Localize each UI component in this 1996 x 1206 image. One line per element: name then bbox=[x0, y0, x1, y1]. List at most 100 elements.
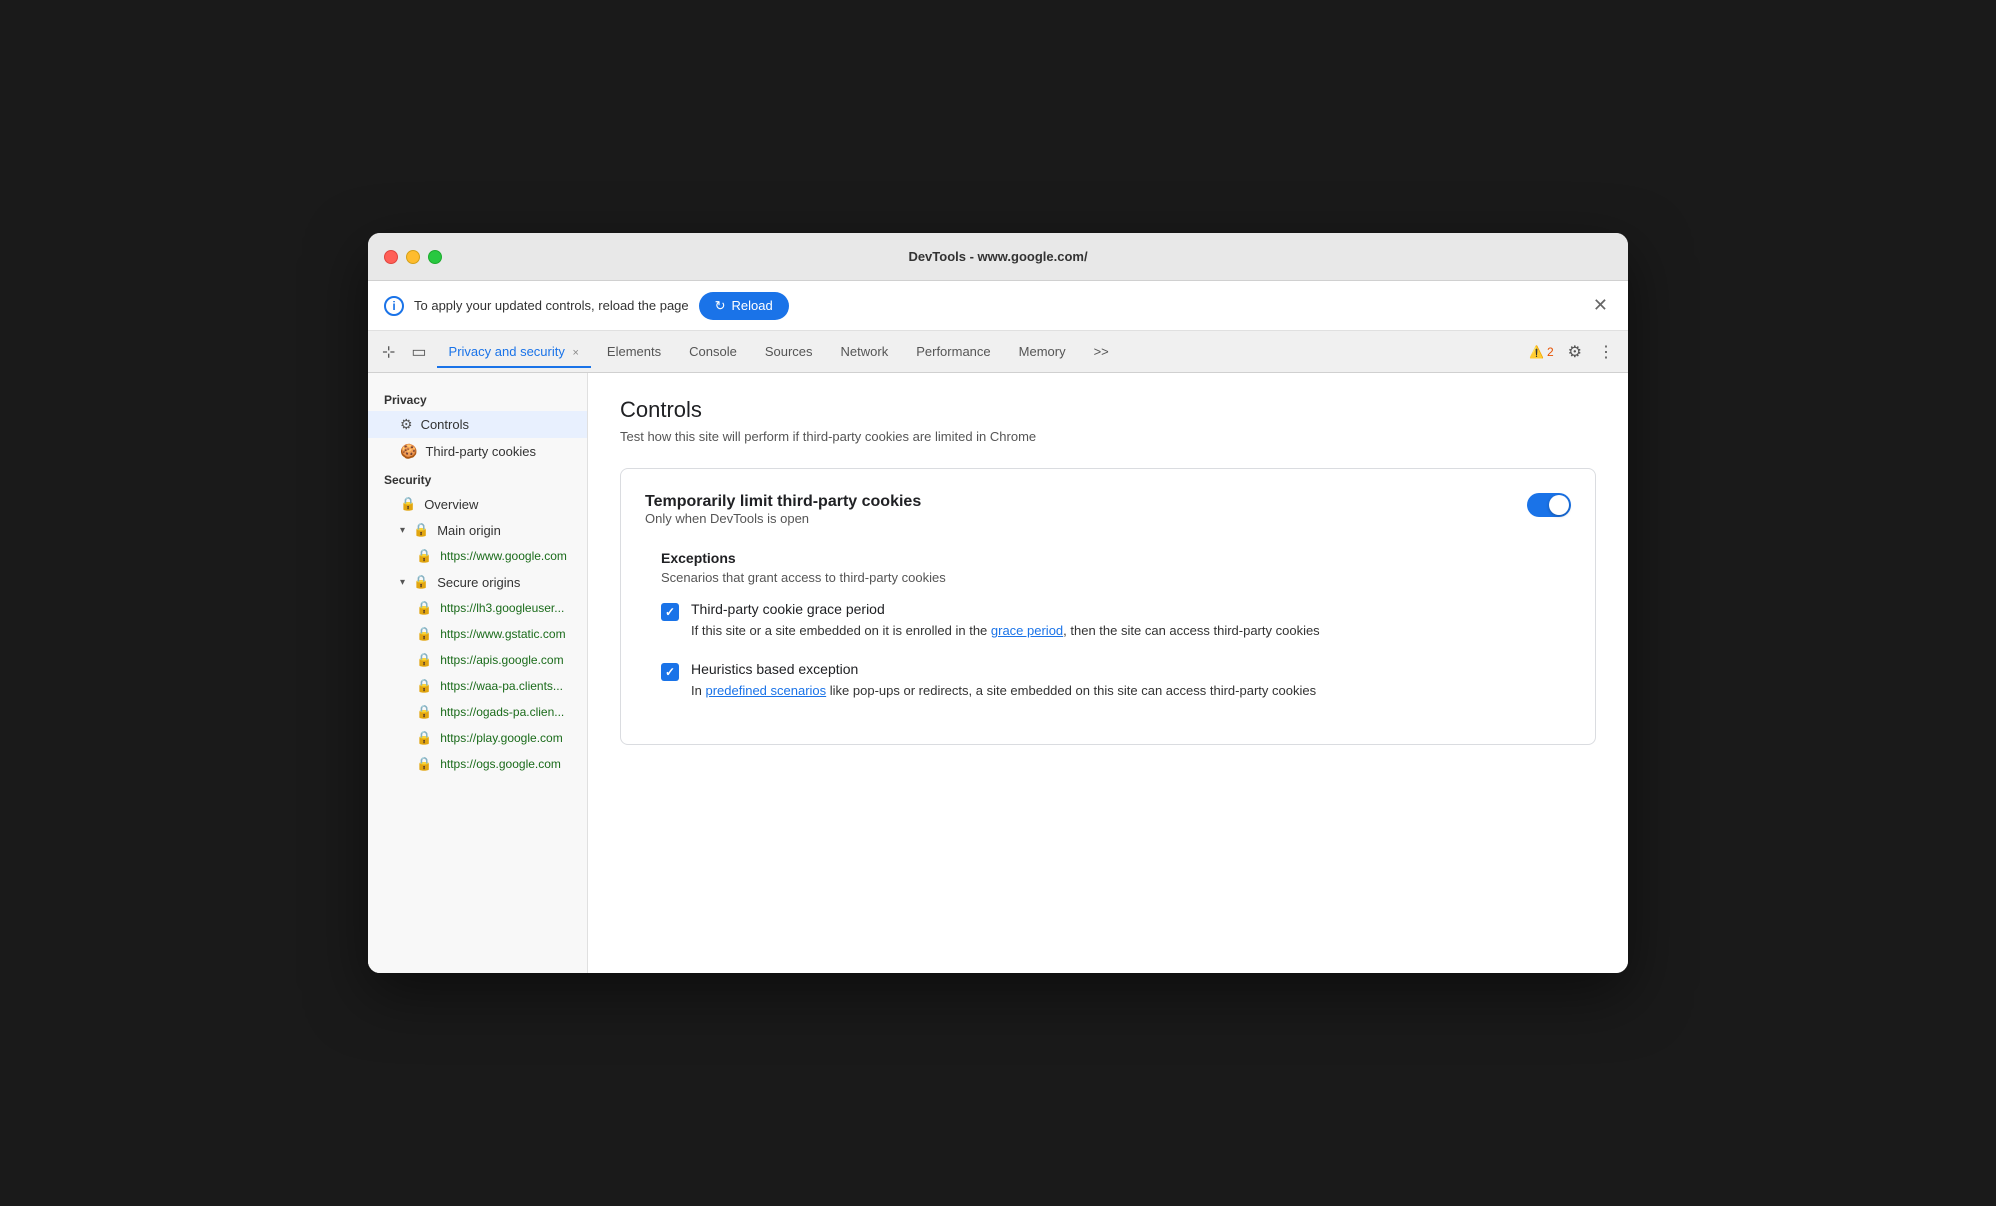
tab-memory[interactable]: Memory bbox=[1007, 336, 1078, 367]
limit-cookies-toggle[interactable] bbox=[1527, 493, 1571, 517]
tab-label: Memory bbox=[1019, 344, 1066, 359]
lock-icon: 🔒 bbox=[416, 626, 432, 642]
secure-origin-url: https://ogs.google.com bbox=[440, 757, 561, 771]
main-panel: Controls Test how this site will perform… bbox=[588, 373, 1628, 973]
traffic-lights bbox=[384, 250, 442, 264]
main-origin-url: https://www.google.com bbox=[440, 549, 567, 563]
tab-label: Console bbox=[689, 344, 737, 359]
expand-arrow-icon: ▾ bbox=[400, 577, 405, 588]
inspect-element-button[interactable]: ⊹ bbox=[376, 336, 401, 368]
tab-elements[interactable]: Elements bbox=[595, 336, 673, 367]
secure-origin-url: https://lh3.googleuser... bbox=[440, 601, 564, 615]
reload-label: Reload bbox=[732, 298, 773, 313]
tabs-right: ⚠️ 2 ⚙ ⋮ bbox=[1525, 338, 1620, 366]
device-mode-button[interactable]: ▭ bbox=[405, 336, 432, 368]
secure-origin-url: https://apis.google.com bbox=[440, 653, 563, 667]
exception-desc-after: like pop-ups or redirects, a site embedd… bbox=[826, 683, 1316, 698]
exception-title: Heuristics based exception bbox=[691, 661, 1316, 677]
close-traffic-light[interactable] bbox=[384, 250, 398, 264]
settings-button[interactable]: ⚙ bbox=[1562, 338, 1588, 366]
lock-icon: 🔒 bbox=[416, 756, 432, 772]
tabs-bar: ⊹ ▭ Privacy and security × Elements Cons… bbox=[368, 331, 1628, 373]
tab-label: Elements bbox=[607, 344, 661, 359]
tab-network[interactable]: Network bbox=[829, 336, 901, 367]
sidebar-item-controls[interactable]: ⚙ Controls bbox=[368, 411, 587, 438]
exceptions-desc: Scenarios that grant access to third-par… bbox=[645, 570, 1571, 585]
sidebar-item-overview[interactable]: 🔒 Overview bbox=[368, 491, 587, 517]
sidebar-item-secure-origin-3[interactable]: 🔒 https://waa-pa.clients... bbox=[368, 673, 587, 699]
sidebar-item-secure-origin-4[interactable]: 🔒 https://ogads-pa.clien... bbox=[368, 699, 587, 725]
sidebar-item-main-origin[interactable]: ▾ 🔒 Main origin bbox=[368, 517, 587, 543]
lock-icon: 🔒 bbox=[416, 678, 432, 694]
lock-icon: 🔒 bbox=[416, 600, 432, 616]
inspect-icon: ⊹ bbox=[382, 342, 395, 362]
sidebar-item-label: Controls bbox=[421, 417, 469, 432]
sidebar-item-secure-origin-6[interactable]: 🔒 https://ogs.google.com bbox=[368, 751, 587, 777]
tab-more-button[interactable]: >> bbox=[1082, 336, 1121, 367]
notification-content: i To apply your updated controls, reload… bbox=[384, 292, 789, 320]
card-header: Temporarily limit third-party cookies On… bbox=[645, 493, 1571, 546]
cookie-icon: 🍪 bbox=[400, 443, 417, 460]
exception-desc-before: In bbox=[691, 683, 705, 698]
sidebar-item-label: Secure origins bbox=[437, 575, 520, 590]
security-section-title: Security bbox=[368, 465, 587, 491]
sidebar-item-secure-origin-5[interactable]: 🔒 https://play.google.com bbox=[368, 725, 587, 751]
gear-icon: ⚙ bbox=[400, 416, 413, 433]
grace-period-link[interactable]: grace period bbox=[991, 623, 1063, 638]
lock-icon: 🔒 bbox=[413, 522, 429, 538]
notification-bar: i To apply your updated controls, reload… bbox=[368, 281, 1628, 331]
tab-console[interactable]: Console bbox=[677, 336, 749, 367]
sidebar-item-label: Main origin bbox=[437, 523, 501, 538]
tab-privacy-and-security[interactable]: Privacy and security × bbox=[437, 336, 591, 367]
tab-performance[interactable]: Performance bbox=[904, 336, 1002, 367]
sidebar-item-secure-origins[interactable]: ▾ 🔒 Secure origins bbox=[368, 569, 587, 595]
exception-item-heuristics: Heuristics based exception In predefined… bbox=[645, 661, 1571, 701]
warning-badge[interactable]: ⚠️ 2 bbox=[1525, 341, 1558, 363]
exception-content: Heuristics based exception In predefined… bbox=[691, 661, 1316, 701]
sidebar: Privacy ⚙ Controls 🍪 Third-party cookies… bbox=[368, 373, 588, 973]
gear-icon: ⚙ bbox=[1568, 344, 1582, 361]
lock-icon: 🔒 bbox=[400, 496, 416, 512]
reload-button[interactable]: ↻ Reload bbox=[699, 292, 789, 320]
tab-label: Sources bbox=[765, 344, 813, 359]
warning-count: 2 bbox=[1547, 345, 1554, 359]
sidebar-item-label: Overview bbox=[424, 497, 478, 512]
main-content: Privacy ⚙ Controls 🍪 Third-party cookies… bbox=[368, 373, 1628, 973]
tab-label: Network bbox=[841, 344, 889, 359]
exception-content: Third-party cookie grace period If this … bbox=[691, 601, 1320, 641]
exception-desc: In predefined scenarios like pop-ups or … bbox=[691, 681, 1316, 701]
tab-label: Performance bbox=[916, 344, 990, 359]
lock-icon: 🔒 bbox=[416, 652, 432, 668]
expand-arrow-icon: ▾ bbox=[400, 525, 405, 536]
grace-period-checkbox[interactable] bbox=[661, 603, 679, 621]
more-options-button[interactable]: ⋮ bbox=[1592, 338, 1620, 366]
notification-close-button[interactable]: ✕ bbox=[1589, 291, 1612, 320]
lock-icon: 🔒 bbox=[416, 548, 432, 564]
fullscreen-traffic-light[interactable] bbox=[428, 250, 442, 264]
sidebar-item-third-party-cookies[interactable]: 🍪 Third-party cookies bbox=[368, 438, 587, 465]
sidebar-item-secure-origin-1[interactable]: 🔒 https://www.gstatic.com bbox=[368, 621, 587, 647]
sidebar-item-secure-origin-2[interactable]: 🔒 https://apis.google.com bbox=[368, 647, 587, 673]
tab-close-icon[interactable]: × bbox=[572, 347, 578, 359]
lock-icon: 🔒 bbox=[413, 574, 429, 590]
heuristics-checkbox[interactable] bbox=[661, 663, 679, 681]
secure-origin-url: https://play.google.com bbox=[440, 731, 563, 745]
tab-sources[interactable]: Sources bbox=[753, 336, 825, 367]
card-title-group: Temporarily limit third-party cookies On… bbox=[645, 493, 921, 546]
exception-desc-after: , then the site can access third-party c… bbox=[1063, 623, 1320, 638]
lock-icon: 🔒 bbox=[416, 704, 432, 720]
exceptions-title: Exceptions bbox=[645, 550, 1571, 566]
panel-subtitle: Test how this site will perform if third… bbox=[620, 429, 1596, 444]
sidebar-item-main-origin-url[interactable]: 🔒 https://www.google.com bbox=[368, 543, 587, 569]
exception-desc: If this site or a site embedded on it is… bbox=[691, 621, 1320, 641]
exception-item-grace-period: Third-party cookie grace period If this … bbox=[645, 601, 1571, 641]
sidebar-item-label: Third-party cookies bbox=[425, 444, 536, 459]
sidebar-item-secure-origin-0[interactable]: 🔒 https://lh3.googleuser... bbox=[368, 595, 587, 621]
minimize-traffic-light[interactable] bbox=[406, 250, 420, 264]
exception-desc-before: If this site or a site embedded on it is… bbox=[691, 623, 991, 638]
window-title: DevTools - www.google.com/ bbox=[908, 249, 1087, 264]
predefined-scenarios-link[interactable]: predefined scenarios bbox=[705, 683, 826, 698]
device-icon: ▭ bbox=[411, 342, 426, 362]
secure-origin-url: https://www.gstatic.com bbox=[440, 627, 565, 641]
panel-title: Controls bbox=[620, 397, 1596, 423]
